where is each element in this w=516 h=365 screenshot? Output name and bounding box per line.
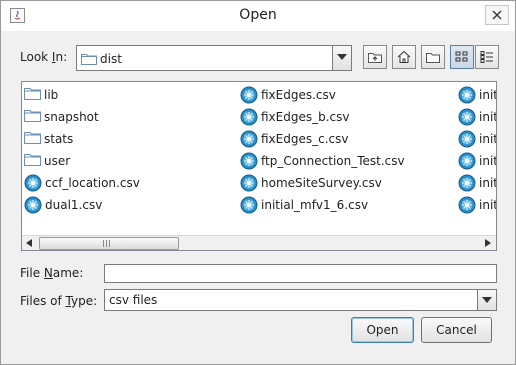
file-name-label: File Name: bbox=[20, 266, 84, 280]
file-name-text: init bbox=[479, 176, 497, 190]
look-in-value: dist bbox=[100, 52, 122, 66]
file-name-text: user bbox=[44, 154, 71, 168]
csv-file-icon bbox=[458, 86, 476, 107]
file-name-text: fixEdges.csv bbox=[261, 88, 336, 102]
csv-file-icon bbox=[240, 174, 258, 195]
list-view-button[interactable] bbox=[450, 45, 474, 69]
horizontal-scrollbar[interactable] bbox=[22, 235, 496, 250]
csv-file-icon bbox=[240, 196, 258, 217]
files-of-type-dropdown-button[interactable] bbox=[477, 290, 496, 310]
file-name-input[interactable] bbox=[104, 264, 497, 283]
csv-file-icon bbox=[24, 196, 42, 217]
folder-up-icon bbox=[368, 53, 382, 63]
files-of-type-combo[interactable]: csv files bbox=[104, 289, 497, 311]
csv-file-icon bbox=[458, 152, 476, 173]
file-name-text: initial_mfv1_6.csv bbox=[261, 198, 369, 212]
csv-file-icon bbox=[240, 86, 258, 107]
file-name-text: ftp_Connection_Test.csv bbox=[261, 154, 405, 168]
home-icon bbox=[397, 50, 411, 63]
csv-file-icon bbox=[240, 152, 258, 173]
scroll-left-button[interactable] bbox=[22, 236, 37, 250]
up-one-level-button[interactable] bbox=[363, 45, 387, 69]
scrollbar-thumb[interactable] bbox=[39, 237, 179, 250]
file-name-text: init bbox=[479, 198, 497, 212]
csv-file-icon bbox=[458, 130, 476, 151]
file-list[interactable]: lib snapshot stats user ccf_location.csvdual… bbox=[21, 81, 497, 251]
file-name-text: ccf_location.csv bbox=[45, 176, 140, 190]
close-button[interactable] bbox=[485, 5, 509, 25]
csv-file-icon bbox=[458, 108, 476, 129]
folder-icon bbox=[24, 130, 41, 147]
file-name-text: homeSiteSurvey.csv bbox=[261, 176, 382, 190]
scroll-right-button[interactable] bbox=[481, 236, 496, 250]
open-dialog: Open Look In: dist lib snapshot stats user c… bbox=[0, 0, 516, 365]
csv-file-icon bbox=[458, 196, 476, 217]
file-name-text: fixEdges_c.csv bbox=[261, 132, 349, 146]
chevron-right-icon bbox=[485, 239, 491, 247]
csv-file-icon bbox=[24, 174, 42, 195]
look-in-combo[interactable]: dist bbox=[76, 45, 352, 71]
home-button[interactable] bbox=[392, 45, 416, 69]
chevron-left-icon bbox=[26, 239, 32, 247]
look-in-label: Look In: bbox=[20, 50, 68, 64]
csv-file-icon bbox=[240, 108, 258, 129]
file-name-text: lib bbox=[44, 88, 59, 102]
file-name-text: init bbox=[479, 110, 497, 124]
folder-icon bbox=[24, 86, 41, 103]
open-button[interactable]: Open bbox=[351, 317, 414, 343]
file-name-text: init bbox=[479, 132, 497, 146]
look-in-dropdown-button[interactable] bbox=[332, 46, 351, 70]
details-view-icon bbox=[480, 51, 493, 63]
details-view-button[interactable] bbox=[475, 45, 499, 69]
dialog-title: Open bbox=[239, 7, 277, 23]
file-name-text: snapshot bbox=[44, 110, 99, 124]
files-of-type-value: csv files bbox=[109, 293, 158, 307]
create-new-folder-button[interactable] bbox=[421, 45, 445, 69]
close-icon bbox=[492, 10, 502, 20]
chevron-down-icon bbox=[482, 297, 492, 303]
folder-icon bbox=[81, 52, 97, 68]
new-folder-icon bbox=[426, 53, 440, 63]
csv-file-icon bbox=[240, 130, 258, 151]
title-bar: Open bbox=[1, 1, 515, 31]
list-view-icon bbox=[455, 51, 468, 62]
chevron-down-icon bbox=[337, 54, 347, 60]
file-name-text: fixEdges_b.csv bbox=[261, 110, 350, 124]
file-name-text: init bbox=[479, 154, 497, 168]
folder-icon bbox=[24, 152, 41, 169]
file-name-text: init bbox=[479, 88, 497, 102]
file-name-text: dual1.csv bbox=[45, 198, 103, 212]
cancel-button[interactable]: Cancel bbox=[421, 317, 492, 343]
folder-icon bbox=[24, 108, 41, 125]
csv-file-icon bbox=[458, 174, 476, 195]
files-of-type-label: Files of Type: bbox=[20, 294, 98, 308]
file-name-text: stats bbox=[44, 132, 74, 146]
